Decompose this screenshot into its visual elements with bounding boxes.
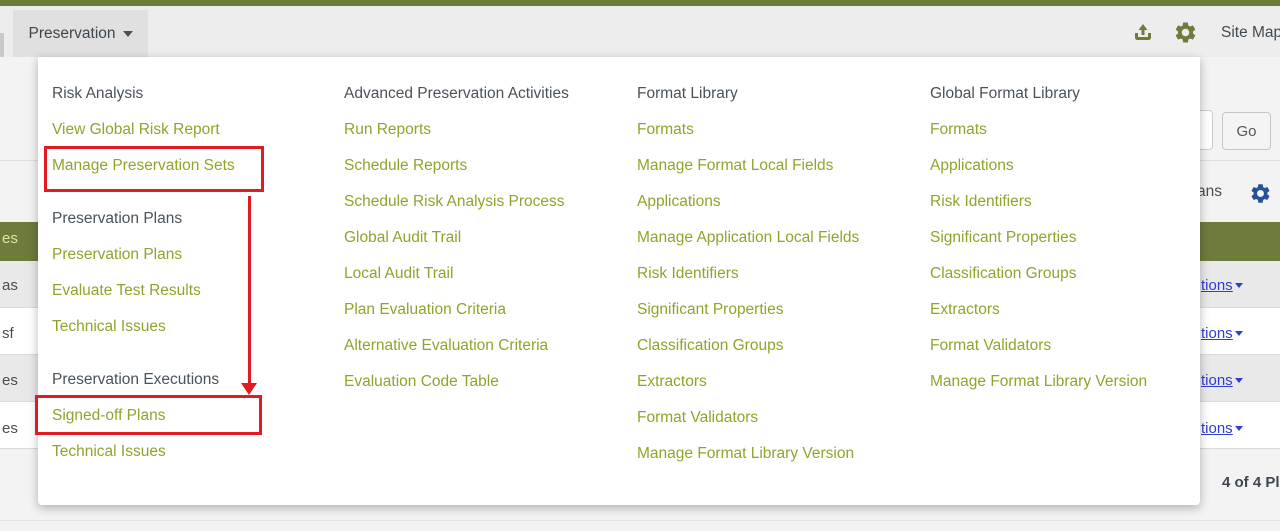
chevron-down-icon xyxy=(1235,331,1243,336)
menu-item-global-audit-trail[interactable]: Global Audit Trail xyxy=(344,228,569,248)
menu-item-extractors[interactable]: Extractors xyxy=(637,372,859,392)
table-cell-fragment: as xyxy=(2,277,18,294)
tab-preservation-label: Preservation xyxy=(28,25,115,43)
menu-section-header: Global Format Library xyxy=(930,84,1147,104)
menu-item-manage-format-library-version[interactable]: Manage Format Library Version xyxy=(930,372,1147,392)
menu-item-run-reports[interactable]: Run Reports xyxy=(344,120,569,140)
record-count: 4 of 4 Plan xyxy=(1222,474,1280,491)
menu-item-manage-format-library-version[interactable]: Manage Format Library Version xyxy=(637,444,859,464)
table-cell-fragment: es xyxy=(2,420,18,437)
menu-item-evaluate-test-results[interactable]: Evaluate Test Results xyxy=(52,281,235,301)
table-cell-fragment: sf xyxy=(2,325,14,342)
highlight-box-signed-off-plans xyxy=(35,395,262,435)
menu-item-alternative-evaluation-criteria[interactable]: Alternative Evaluation Criteria xyxy=(344,336,569,356)
menu-column-format-library: Format Library Formats Manage Format Loc… xyxy=(637,84,859,480)
menu-item-extractors[interactable]: Extractors xyxy=(930,300,1147,320)
menu-item-format-validators[interactable]: Format Validators xyxy=(637,408,859,428)
preservation-dropdown-panel: Risk Analysis View Global Risk Report Ma… xyxy=(38,57,1200,505)
menu-item-technical-issues[interactable]: Technical Issues xyxy=(52,317,235,337)
menu-item-formats[interactable]: Formats xyxy=(637,120,859,140)
chevron-down-icon xyxy=(1235,426,1243,431)
menu-item-manage-application-local-fields[interactable]: Manage Application Local Fields xyxy=(637,228,859,248)
menu-item-risk-identifiers[interactable]: Risk Identifiers xyxy=(930,192,1147,212)
page-title-fragment: ans xyxy=(1197,183,1222,201)
gear-icon[interactable] xyxy=(1172,19,1198,45)
highlight-box-manage-preservation-sets xyxy=(44,146,264,192)
annotation-arrow-head xyxy=(241,383,257,395)
annotation-arrow-line xyxy=(248,196,251,384)
menu-item-significant-properties[interactable]: Significant Properties xyxy=(637,300,859,320)
menu-item-schedule-reports[interactable]: Schedule Reports xyxy=(344,156,569,176)
actions-menu-link[interactable]: tions xyxy=(1201,420,1243,437)
menu-item-technical-issues[interactable]: Technical Issues xyxy=(52,442,235,462)
menu-item-schedule-risk-analysis-process[interactable]: Schedule Risk Analysis Process xyxy=(344,192,569,212)
bottom-divider xyxy=(0,520,1280,521)
main-menu-bar xyxy=(0,6,1280,57)
menu-section-header: Format Library xyxy=(637,84,859,104)
tab-preservation[interactable]: Preservation xyxy=(13,10,148,57)
gear-icon-blue[interactable] xyxy=(1247,180,1273,206)
left-edge-element xyxy=(0,33,4,57)
menu-column-global-format-library: Global Format Library Formats Applicatio… xyxy=(930,84,1147,408)
actions-menu-link[interactable]: tions xyxy=(1201,372,1243,389)
menu-item-manage-format-local-fields[interactable]: Manage Format Local Fields xyxy=(637,156,859,176)
menu-item-classification-groups[interactable]: Classification Groups xyxy=(930,264,1147,284)
menu-item-format-validators[interactable]: Format Validators xyxy=(930,336,1147,356)
site-map-link[interactable]: Site Map xyxy=(1221,24,1280,42)
actions-menu-link[interactable]: tions xyxy=(1201,277,1243,294)
menu-section-header: Risk Analysis xyxy=(52,84,235,104)
go-button[interactable]: Go xyxy=(1222,112,1271,150)
actions-menu-link[interactable]: tions xyxy=(1201,325,1243,342)
chevron-down-icon xyxy=(1235,378,1243,383)
menu-item-view-global-risk-report[interactable]: View Global Risk Report xyxy=(52,120,235,140)
chevron-down-icon xyxy=(123,31,133,37)
table-cell-fragment: es xyxy=(2,372,18,389)
upload-icon[interactable] xyxy=(1131,19,1157,45)
menu-item-significant-properties[interactable]: Significant Properties xyxy=(930,228,1147,248)
menu-item-applications[interactable]: Applications xyxy=(637,192,859,212)
menu-item-risk-identifiers[interactable]: Risk Identifiers xyxy=(637,264,859,284)
menu-item-applications[interactable]: Applications xyxy=(930,156,1147,176)
menu-item-classification-groups[interactable]: Classification Groups xyxy=(637,336,859,356)
menu-section-header: Preservation Executions xyxy=(52,370,235,390)
menu-column-advanced-activities: Advanced Preservation Activities Run Rep… xyxy=(344,84,569,408)
menu-section-header: Preservation Plans xyxy=(52,209,235,229)
menu-item-local-audit-trail[interactable]: Local Audit Trail xyxy=(344,264,569,284)
menu-item-preservation-plans[interactable]: Preservation Plans xyxy=(52,245,235,265)
menu-section-header: Advanced Preservation Activities xyxy=(344,84,569,104)
menu-item-evaluation-code-table[interactable]: Evaluation Code Table xyxy=(344,372,569,392)
menu-item-plan-evaluation-criteria[interactable]: Plan Evaluation Criteria xyxy=(344,300,569,320)
menu-item-formats[interactable]: Formats xyxy=(930,120,1147,140)
table-header-fragment: es xyxy=(2,230,18,247)
chevron-down-icon xyxy=(1235,283,1243,288)
